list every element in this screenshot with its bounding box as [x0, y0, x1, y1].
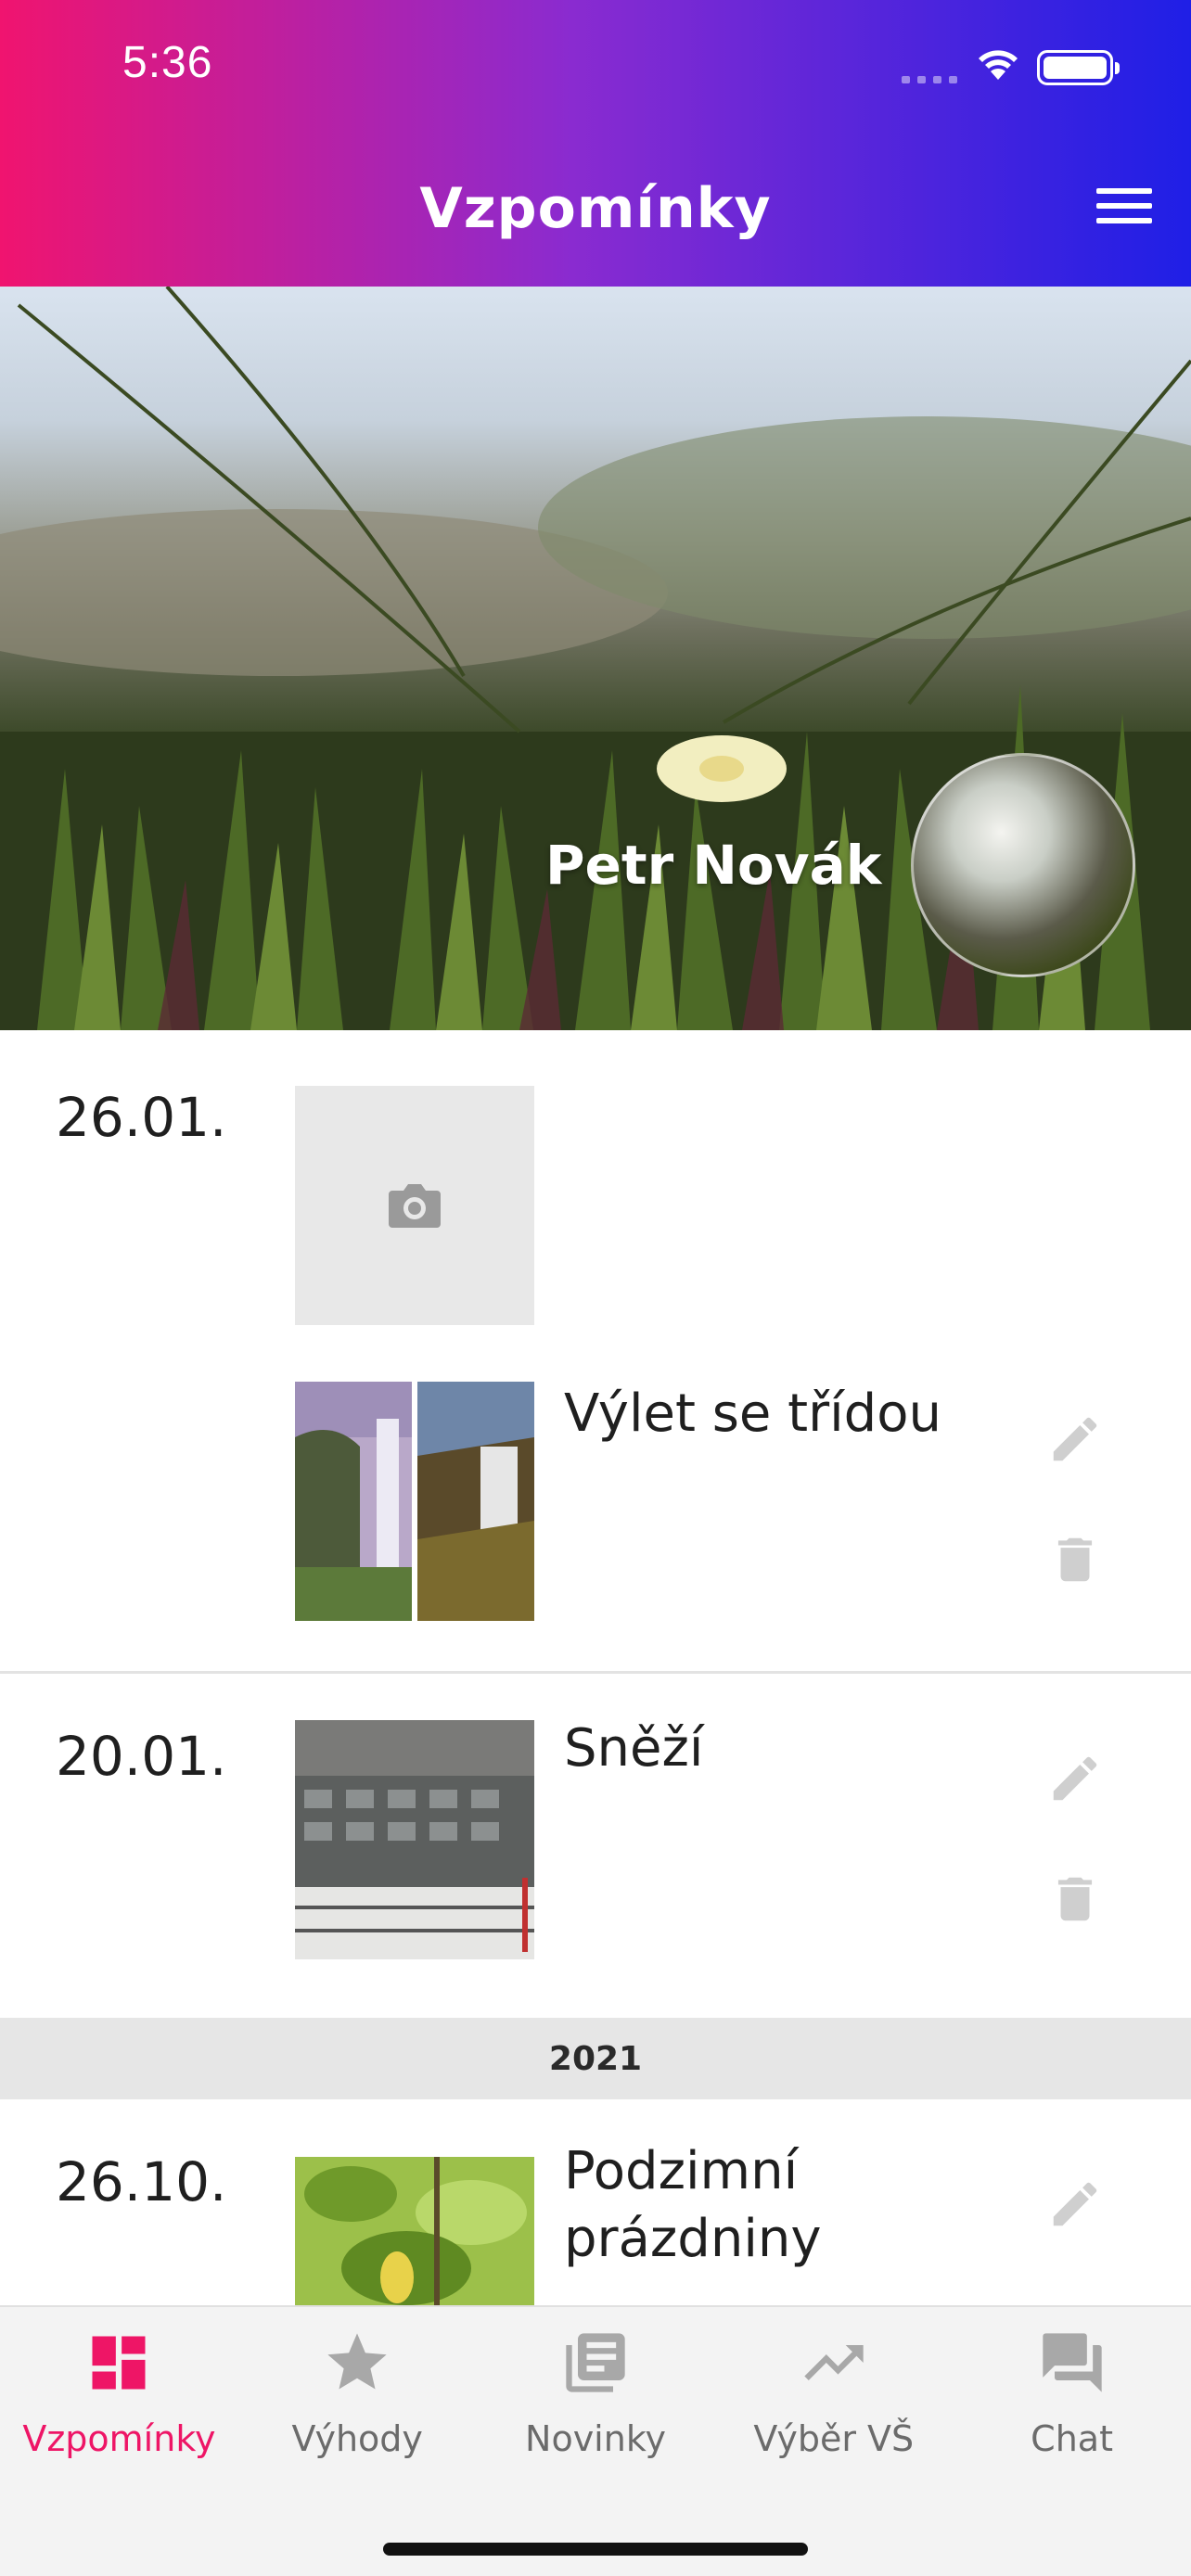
user-name: Petr Novák	[545, 834, 882, 897]
lemon-tree-photo	[295, 2157, 534, 2305]
tab-label: Výběr VŠ	[753, 2418, 915, 2459]
snowy-building-photo	[295, 1720, 534, 1959]
memory-entry: 20.01. Sněží	[0, 1674, 1191, 2018]
tab-label: Chat	[1031, 2418, 1113, 2459]
status-time: 5:36	[122, 38, 213, 87]
home-indicator-area	[0, 2480, 1191, 2576]
star-icon	[327, 2333, 387, 2390]
app-header: 5:36 Vzpomínky	[0, 0, 1191, 287]
memory-photo[interactable]	[295, 1720, 534, 1959]
memory-entry: 26.10. Podzimní prázdniny	[0, 2099, 1191, 2305]
entry-date: 20.01.	[56, 1725, 227, 1788]
tab-vzpominky[interactable]: Vzpomínky	[0, 2307, 238, 2480]
entry-date: 26.01.	[56, 1086, 227, 1149]
page-title: Vzpomínky	[419, 176, 772, 241]
trending-up-icon	[804, 2345, 864, 2380]
tab-vyber-vs[interactable]: Výběr VŠ	[714, 2307, 953, 2480]
profile-avatar[interactable]	[911, 753, 1135, 977]
chat-icon	[1042, 2333, 1102, 2392]
memory-entry: 26.01. Výlet se třídou	[0, 1030, 1191, 1671]
delete-icon[interactable]	[1046, 1870, 1104, 1928]
year-separator: 2021	[0, 2018, 1191, 2099]
edit-icon[interactable]	[1046, 1410, 1104, 1468]
tab-label: Novinky	[525, 2418, 666, 2459]
entry-title: Sněží	[564, 1718, 704, 1779]
bottom-tab-bar: Vzpomínky Výhody Novinky Výběr VŠ Chat	[0, 2305, 1191, 2480]
tab-label: Výhody	[291, 2418, 423, 2459]
edit-icon[interactable]	[1046, 1750, 1104, 1807]
entry-title: Výlet se třídou	[564, 1384, 941, 1444]
tab-chat[interactable]: Chat	[953, 2307, 1191, 2480]
cellular-signal-icon	[902, 76, 957, 83]
home-indicator[interactable]	[383, 2543, 808, 2556]
tab-vyhody[interactable]: Výhody	[238, 2307, 477, 2480]
dashboard-icon	[92, 2336, 146, 2390]
wifi-icon	[979, 50, 1018, 80]
memory-photo[interactable]	[295, 2157, 534, 2305]
entry-title: Podzimní prázdniny	[564, 2141, 822, 2269]
hamburger-menu-icon[interactable]	[1096, 188, 1152, 225]
memory-photo[interactable]	[295, 1382, 534, 1621]
tab-label: Vzpomínky	[22, 2418, 216, 2459]
delete-icon[interactable]	[1046, 1531, 1104, 1588]
battery-icon	[1037, 50, 1120, 85]
add-photo-placeholder[interactable]	[295, 1086, 534, 1325]
waterfall-photos	[295, 1382, 534, 1621]
tab-novinky[interactable]: Novinky	[477, 2307, 715, 2480]
news-icon	[566, 2333, 625, 2392]
entry-date: 26.10.	[56, 2150, 227, 2213]
camera-icon	[389, 1184, 441, 1228]
edit-icon[interactable]	[1046, 2175, 1104, 2233]
cover-photo: Petr Novák	[0, 287, 1191, 1030]
